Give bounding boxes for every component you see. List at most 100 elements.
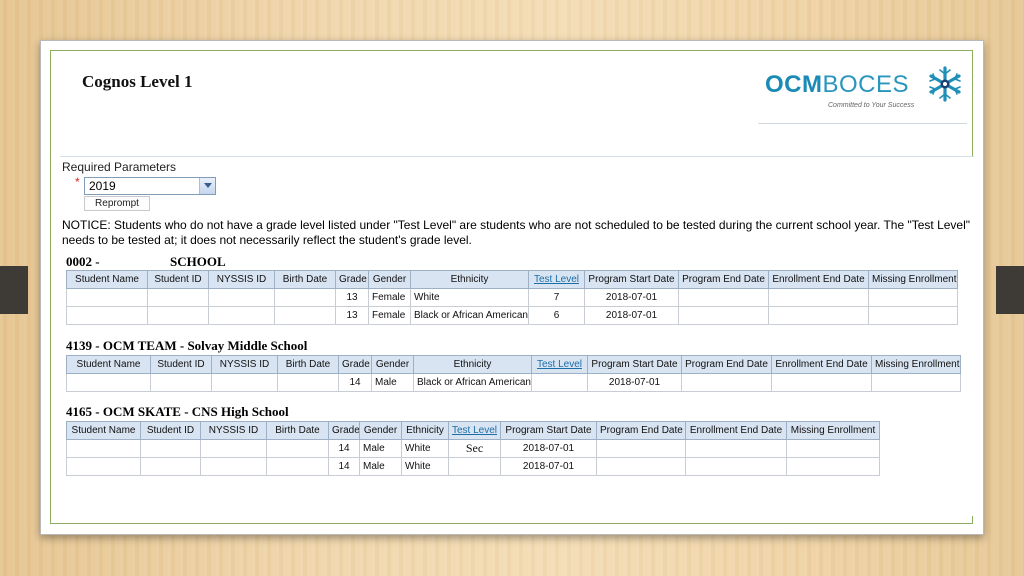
cell-student-id: [147, 288, 209, 307]
chevron-down-icon[interactable]: [199, 178, 215, 194]
required-asterisk: *: [75, 175, 80, 189]
column-header-program-start-date: Program Start Date: [500, 421, 597, 440]
reprompt-button[interactable]: Reprompt: [84, 196, 150, 211]
cell-student-name: [66, 288, 148, 307]
logo-wordmark: OCMBOCES: [765, 71, 909, 99]
cell-program-start-date: 2018-07-01: [587, 373, 682, 392]
cell-missing-enrollment: [871, 373, 961, 392]
column-header-program-start-date: Program Start Date: [587, 355, 682, 374]
cell-birth-date: [266, 439, 329, 458]
column-header-student-id: Student ID: [147, 270, 209, 289]
slide-title: Cognos Level 1: [82, 72, 193, 91]
cell-program-end-date: [678, 306, 769, 325]
left-edge-tab: [0, 266, 28, 314]
cell-student-id: [150, 373, 212, 392]
cell-gender: Male: [371, 373, 414, 392]
logo-brand-light: BOCES: [822, 71, 910, 98]
column-header-missing-enrollment: Missing Enrollment: [786, 421, 880, 440]
cell-missing-enrollment: [868, 306, 958, 325]
cell-test-level: 6: [528, 306, 585, 325]
column-header-program-start-date: Program Start Date: [584, 270, 679, 289]
cell-student-name: [66, 306, 148, 325]
cell-enrollment-end-date: [685, 439, 787, 458]
cell-program-end-date: [596, 457, 686, 476]
column-header-birth-date: Birth Date: [277, 355, 339, 374]
section-2-table: Student Name Student ID NYSSIS ID Birth …: [66, 355, 961, 392]
cell-test-level: 7: [528, 288, 585, 307]
section-1-table: Student Name Student ID NYSSIS ID Birth …: [66, 270, 958, 325]
cell-program-start-date: 2018-07-01: [500, 439, 597, 458]
table-header-row: Student Name Student ID NYSSIS ID Birth …: [66, 270, 958, 289]
column-header-test-level-link[interactable]: Test Level: [531, 355, 588, 374]
section-2-title: 4139 - OCM TEAM - Solvay Middle School: [66, 338, 308, 353]
section-3-title: 4165 - OCM SKATE - CNS High School: [66, 404, 289, 419]
cell-program-end-date: [596, 439, 686, 458]
year-select[interactable]: 2019: [84, 177, 216, 195]
section-1-code: 0002 -: [66, 254, 100, 269]
table-header-row: Student Name Student ID NYSSIS ID Birth …: [66, 355, 961, 374]
column-header-gender: Gender: [371, 355, 414, 374]
required-parameters-label: Required Parameters: [62, 160, 177, 174]
column-header-student-name: Student Name: [66, 355, 151, 374]
cell-missing-enrollment: [786, 457, 880, 476]
cell-missing-enrollment: [868, 288, 958, 307]
cell-student-id: [147, 306, 209, 325]
column-header-grade: Grade: [338, 355, 372, 374]
column-header-test-level-link[interactable]: Test Level: [528, 270, 585, 289]
cell-nyssis-id: [200, 457, 267, 476]
logo-tagline: Committed to Your Success: [828, 102, 915, 109]
column-header-student-id: Student ID: [140, 421, 201, 440]
column-header-student-name: Student Name: [66, 270, 148, 289]
table-row: 13 Female White 7 2018-07-01: [66, 288, 958, 307]
cell-enrollment-end-date: [685, 457, 787, 476]
column-header-birth-date: Birth Date: [274, 270, 336, 289]
table-row: 14 Male White Sec 2018-07-01: [66, 439, 880, 458]
cell-birth-date: [277, 373, 339, 392]
cell-missing-enrollment: [786, 439, 880, 458]
column-header-missing-enrollment: Missing Enrollment: [868, 270, 958, 289]
cell-program-start-date: 2018-07-01: [584, 306, 679, 325]
cell-birth-date: [274, 306, 336, 325]
table-row: 14 Male White 2018-07-01: [66, 457, 880, 476]
notice-text: NOTICE: Students who do not have a grade…: [62, 218, 971, 247]
column-header-test-level-link[interactable]: Test Level: [448, 421, 501, 440]
snowflake-star-icon: [929, 66, 961, 102]
cell-student-id: [140, 439, 201, 458]
table-header-row: Student Name Student ID NYSSIS ID Birth …: [66, 421, 880, 440]
column-header-enrollment-end-date: Enrollment End Date: [771, 355, 872, 374]
cell-nyssis-id: [200, 439, 267, 458]
column-header-missing-enrollment: Missing Enrollment: [871, 355, 961, 374]
cell-grade: 14: [338, 373, 372, 392]
slide: Cognos Level 1 OCMBOCES Committed to You…: [40, 40, 984, 535]
cell-nyssis-id: [211, 373, 278, 392]
cell-enrollment-end-date: [768, 306, 869, 325]
section-3-table: Student Name Student ID NYSSIS ID Birth …: [66, 421, 880, 476]
cell-program-start-date: 2018-07-01: [500, 457, 597, 476]
cell-nyssis-id: [208, 306, 275, 325]
column-header-nyssis-id: NYSSIS ID: [200, 421, 267, 440]
cell-gender: Female: [368, 288, 411, 307]
right-edge-tab: [996, 266, 1024, 314]
column-header-grade: Grade: [328, 421, 360, 440]
column-header-program-end-date: Program End Date: [596, 421, 686, 440]
cell-student-name: [66, 457, 141, 476]
cell-grade: 13: [335, 288, 369, 307]
column-header-enrollment-end-date: Enrollment End Date: [768, 270, 869, 289]
logo-brand-bold: OCM: [765, 71, 823, 98]
cell-grade: 14: [328, 457, 360, 476]
cell-ethnicity: Black or African American: [410, 306, 529, 325]
column-header-student-id: Student ID: [150, 355, 212, 374]
table-row: 14 Male Black or African American 2018-0…: [66, 373, 961, 392]
column-header-enrollment-end-date: Enrollment End Date: [685, 421, 787, 440]
cell-grade: 14: [328, 439, 360, 458]
cell-gender: Female: [368, 306, 411, 325]
report-content: Required Parameters * 2019 Reprompt NOTI…: [60, 156, 974, 516]
column-header-grade: Grade: [335, 270, 369, 289]
column-header-program-end-date: Program End Date: [681, 355, 772, 374]
column-header-gender: Gender: [368, 270, 411, 289]
cell-test-level: [531, 373, 588, 392]
column-header-nyssis-id: NYSSIS ID: [211, 355, 278, 374]
cell-ethnicity: Black or African American: [413, 373, 532, 392]
column-header-ethnicity: Ethnicity: [410, 270, 529, 289]
cell-ethnicity: White: [410, 288, 529, 307]
